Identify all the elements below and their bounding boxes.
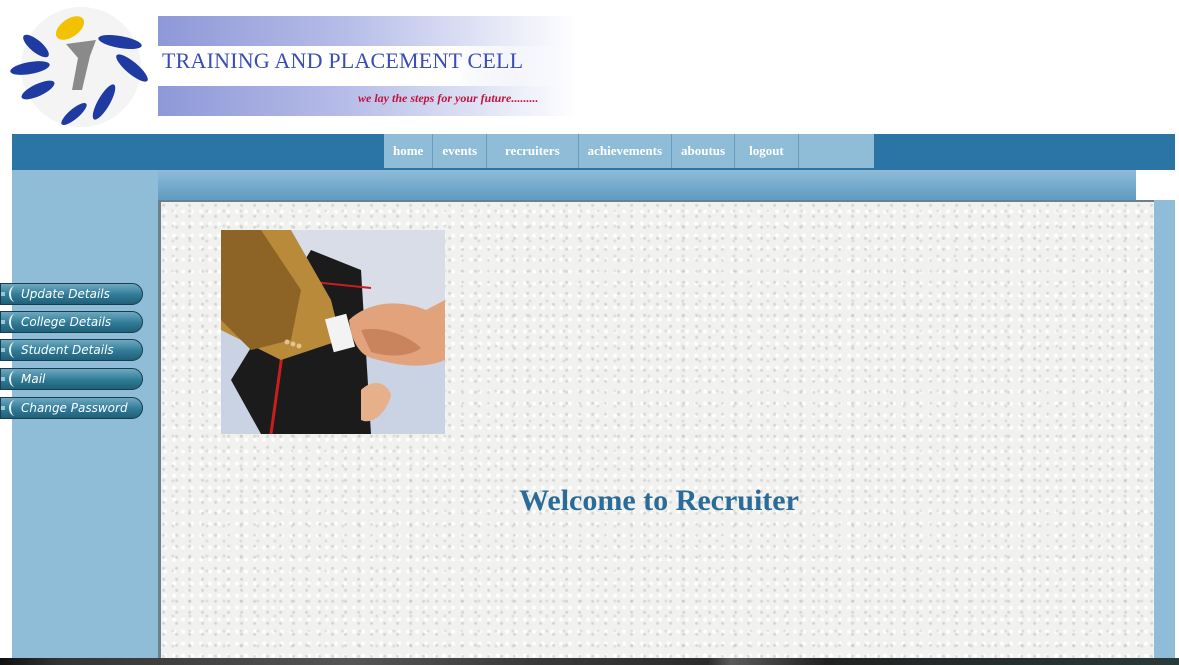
- nav-home[interactable]: home: [384, 134, 434, 168]
- sidebar-item-label: Change Password: [21, 401, 128, 415]
- sidebar-item-label: Update Details: [21, 287, 110, 301]
- welcome-text: Welcome to Recruiter: [519, 484, 799, 517]
- site-title: TRAINING AND PLACEMENT CELL: [162, 48, 524, 73]
- sidebar-item-update-details[interactable]: Update Details: [0, 283, 143, 305]
- nav-recruiters[interactable]: recruiters: [487, 134, 579, 168]
- header-banner: TRAINING AND PLACEMENT CELL we lay the s…: [158, 16, 578, 116]
- sidebar-item-college-details[interactable]: College Details: [0, 311, 143, 333]
- nav-logout[interactable]: logout: [735, 134, 799, 168]
- main-content: Welcome to Recruiter: [158, 200, 1154, 658]
- site-tagline: we lay the steps for your future........…: [358, 91, 539, 105]
- sub-header-strip: [158, 170, 1136, 200]
- nav-achievements[interactable]: achievements: [579, 134, 673, 168]
- sidebar-item-change-password[interactable]: Change Password: [0, 397, 143, 419]
- sidebar-item-label: Student Details: [21, 343, 114, 357]
- sidebar-item-label: Mail: [21, 372, 46, 386]
- sidebar-item-student-details[interactable]: Student Details: [0, 339, 143, 361]
- sidebar-item-label: College Details: [21, 315, 112, 329]
- site-logo: [8, 6, 154, 128]
- main-nav: home events recruiters achievements abou…: [384, 134, 874, 168]
- nav-aboutus[interactable]: aboutus: [672, 134, 736, 168]
- welcome-heading: Welcome to Recruiter: [161, 484, 1157, 518]
- handshake-image: [221, 230, 445, 434]
- sidebar-item-mail[interactable]: Mail: [0, 368, 143, 390]
- right-column: [1152, 200, 1175, 665]
- nav-events[interactable]: events: [433, 134, 488, 168]
- taskbar-strip: [0, 658, 1179, 665]
